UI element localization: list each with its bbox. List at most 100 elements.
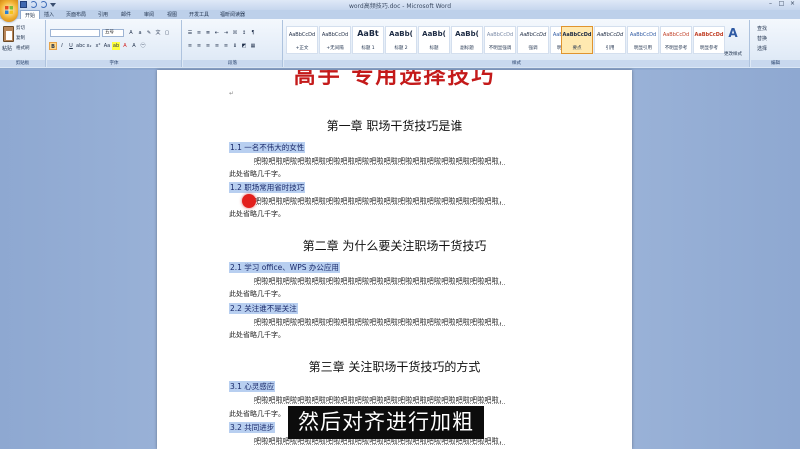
close-button[interactable]: × — [787, 0, 798, 8]
strikethrough-button[interactable]: abc — [76, 42, 85, 50]
phonetic-icon[interactable]: 文 — [154, 29, 162, 37]
body-text[interactable]: 吧啦吧啦吧啦吧啦吧啦吧啦吧啦吧啦吧啦吧啦吧啦吧啦吧啦吧啦吧啦吧啦吧啦， — [254, 156, 506, 166]
styles-group: AaBbCcDd +正文 AaBbCcDd +无间隔 AaBt 标题 1 AaBb(标… — [284, 20, 750, 67]
style-heading-2[interactable]: AaBb(标题 2 — [385, 26, 417, 54]
paragraph-group-label: 段落 — [183, 60, 282, 67]
format-painter-button[interactable]: 格式刷 — [16, 45, 30, 51]
body-text[interactable]: 吧啦吧啦吧啦吧啦吧啦吧啦吧啦吧啦吧啦吧啦吧啦吧啦吧啦吧啦吧啦吧啦吧啦， — [254, 276, 506, 286]
sort-icon[interactable]: ↕ — [240, 29, 248, 37]
style-subtle-reference[interactable]: AaBbCcDd 不明显参考 — [660, 26, 692, 54]
section-heading[interactable]: 2.2 关注谁不是关注 — [229, 303, 298, 314]
style-quote[interactable]: AaBbCcDd 引用 — [594, 26, 626, 54]
office-button[interactable] — [0, 0, 18, 22]
document-page[interactable]: 高手 专用选择技巧 ↵ 第一章 职场干货技巧是谁 1.1 一名不伟大的女性 吧啦… — [157, 70, 632, 449]
shrink-font-icon[interactable]: a — [136, 29, 144, 37]
video-subtitle: 然后对齐进行加粗 — [288, 406, 484, 439]
body-text[interactable]: 吧啦吧啦吧啦吧啦吧啦吧啦吧啦吧啦吧啦吧啦吧啦吧啦吧啦吧啦吧啦吧啦吧啦， — [254, 196, 506, 206]
multilevel-list-icon[interactable]: ≣ — [204, 29, 212, 37]
font-size-input[interactable]: 五号 — [102, 29, 124, 37]
copy-button[interactable]: 复制 — [16, 35, 25, 41]
underline-button[interactable]: U — [67, 42, 75, 50]
paste-button-label[interactable]: 粘贴 — [2, 45, 12, 52]
enclose-char-icon[interactable]: ㊀ — [139, 42, 147, 50]
style-normal[interactable]: AaBbCcDd +正文 — [286, 26, 318, 54]
tab-developer[interactable]: 开发工具 — [189, 11, 209, 18]
section-heading[interactable]: 3.1 心灵感应 — [229, 381, 276, 392]
change-case-button[interactable]: Aa — [103, 42, 111, 50]
show-marks-icon[interactable]: ¶ — [249, 29, 257, 37]
section-heading[interactable]: 1.1 一名不伟大的女性 — [229, 142, 306, 153]
tab-insert[interactable]: 插入 — [44, 11, 54, 18]
body-text[interactable]: 吧啦吧啦吧啦吧啦吧啦吧啦吧啦吧啦吧啦吧啦吧啦吧啦吧啦吧啦吧啦吧啦吧啦， — [254, 395, 506, 405]
body-text-tail[interactable]: 此处省略几千字。 — [229, 209, 285, 219]
section-heading[interactable]: 3.2 共同进步 — [229, 422, 276, 433]
chapter-heading[interactable]: 第一章 职场干货技巧是谁 — [157, 117, 632, 134]
style-emphasis[interactable]: AaBbCcDd 强调 — [517, 26, 549, 54]
tab-foxit-reader[interactable]: 福昕阅读器 — [220, 11, 245, 18]
chinese-layout-icon[interactable]: ☒ — [231, 29, 239, 37]
char-shading-icon[interactable]: A — [130, 42, 138, 50]
tab-mailings[interactable]: 邮件 — [121, 11, 131, 18]
border-icon[interactable]: ▦ — [249, 42, 257, 50]
section-heading[interactable]: 1.2 职场常用省时技巧 — [229, 182, 306, 193]
style-heading-1[interactable]: AaBt 标题 1 — [352, 26, 384, 54]
subscript-button[interactable]: x₂ — [85, 42, 93, 50]
document-title[interactable]: 高手 专用选择技巧 — [157, 70, 632, 90]
editing-group: 查找 替换 选择 编辑 — [751, 20, 800, 67]
bold-button[interactable]: B — [49, 42, 57, 50]
select-button[interactable]: 选择 — [757, 45, 767, 52]
body-text-tail[interactable]: 此处省略几千字。 — [229, 289, 285, 299]
document-area[interactable]: 高手 专用选择技巧 ↵ 第一章 职场干货技巧是谁 1.1 一名不伟大的女性 吧啦… — [0, 70, 800, 449]
style-subtle-emphasis[interactable]: AaBbCcDd 不明显强调 — [484, 26, 516, 54]
cut-button[interactable]: 剪切 — [16, 25, 25, 31]
superscript-button[interactable]: x² — [94, 42, 102, 50]
section-heading[interactable]: 2.1 学习 office、WPS 办公应用 — [229, 262, 340, 273]
tab-review[interactable]: 审阅 — [144, 11, 154, 18]
body-text-tail[interactable]: 此处省略几千字。 — [229, 330, 285, 340]
align-center-icon[interactable]: ≡ — [195, 42, 203, 50]
font-group: 五号 A a ✎ 文 ▢ B I U abc x₂ x² Aa ab A A ㊀… — [47, 20, 182, 67]
font-color-icon[interactable]: A — [121, 42, 129, 50]
increase-indent-icon[interactable]: ⇥ — [222, 29, 230, 37]
style-title[interactable]: AaBb(标题 — [418, 26, 450, 54]
font-name-input[interactable] — [50, 29, 100, 37]
line-spacing-icon[interactable]: ↨ — [231, 42, 239, 50]
style-strong[interactable]: AaBbCcDd 要点 — [561, 26, 593, 54]
tab-home[interactable]: 开始 — [20, 10, 41, 19]
char-border-icon[interactable]: ▢ — [163, 29, 171, 37]
tab-page-layout[interactable]: 页面布局 — [66, 11, 86, 18]
style-intense-quote[interactable]: AaBbCcDd 明显引用 — [627, 26, 659, 54]
font-group-label: 字体 — [47, 60, 181, 67]
maximize-button[interactable]: □ — [776, 0, 787, 8]
numbering-icon[interactable]: ≡ — [195, 29, 203, 37]
chapter-heading[interactable]: 第三章 关注职场干货技巧的方式 — [157, 358, 632, 375]
paste-icon[interactable] — [3, 26, 14, 42]
style-no-spacing[interactable]: AaBbCcDd +无间隔 — [319, 26, 351, 54]
minimize-button[interactable]: – — [765, 0, 776, 8]
align-right-icon[interactable]: ≡ — [204, 42, 212, 50]
shading-icon[interactable]: ◩ — [240, 42, 248, 50]
chapter-heading[interactable]: 第二章 为什么要关注职场干货技巧 — [157, 237, 632, 254]
grow-font-icon[interactable]: A — [127, 29, 135, 37]
tab-view[interactable]: 视图 — [167, 11, 177, 18]
tab-references[interactable]: 引用 — [98, 11, 108, 18]
bullets-icon[interactable]: ☰ — [186, 29, 194, 37]
decrease-indent-icon[interactable]: ⇤ — [213, 29, 221, 37]
replace-button[interactable]: 替换 — [757, 35, 767, 42]
clear-format-icon[interactable]: ✎ — [145, 29, 153, 37]
clipboard-group: 粘贴 剪切 复制 格式刷 剪贴板 — [0, 20, 46, 67]
change-styles-icon: A — [728, 26, 738, 40]
style-subtitle[interactable]: AaBb(副标题 — [451, 26, 483, 54]
italic-button[interactable]: I — [58, 42, 66, 50]
align-left-icon[interactable]: ≡ — [186, 42, 194, 50]
body-text[interactable]: 吧啦吧啦吧啦吧啦吧啦吧啦吧啦吧啦吧啦吧啦吧啦吧啦吧啦吧啦吧啦吧啦吧啦， — [254, 317, 506, 327]
body-text-tail[interactable]: 此处省略几千字。 — [229, 169, 285, 179]
highlight-icon[interactable]: ab — [112, 42, 120, 50]
change-styles-button[interactable]: A 更改样式 — [720, 26, 746, 59]
find-button[interactable]: 查找 — [757, 25, 767, 32]
distributed-icon[interactable]: ≡ — [222, 42, 230, 50]
body-text-tail[interactable]: 此处省略几千字。 — [229, 409, 285, 419]
styles-group-label: 样式 — [284, 60, 749, 67]
justify-icon[interactable]: ≡ — [213, 42, 221, 50]
editing-group-label: 编辑 — [751, 60, 800, 67]
